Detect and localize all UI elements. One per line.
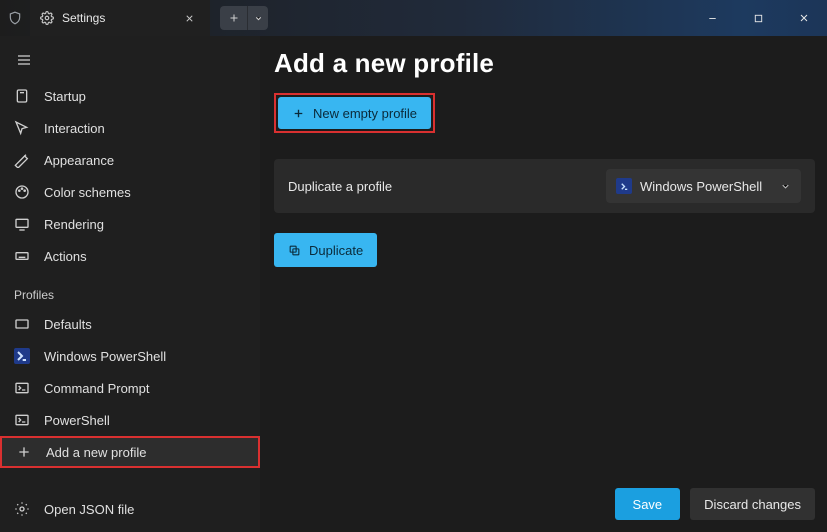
- highlight-new-empty: New empty profile: [274, 93, 435, 133]
- card-label: Duplicate a profile: [288, 179, 594, 194]
- sidebar: Startup Interaction Appearance Color sch…: [0, 36, 260, 532]
- copy-icon: [288, 244, 301, 257]
- footer-actions: Save Discard changes: [615, 488, 815, 520]
- shield-icon: [0, 0, 30, 36]
- save-button[interactable]: Save: [615, 488, 681, 520]
- sidebar-item-command-prompt[interactable]: Command Prompt: [0, 372, 260, 404]
- new-empty-profile-button[interactable]: New empty profile: [278, 97, 431, 129]
- powershell-icon: [14, 348, 30, 364]
- window-controls: [689, 0, 827, 36]
- plus-icon: [16, 444, 32, 460]
- dropdown-selected: Windows PowerShell: [640, 179, 762, 194]
- sidebar-item-label: Color schemes: [44, 185, 131, 200]
- cmd-icon: [14, 380, 30, 396]
- sidebar-item-label: Interaction: [44, 121, 105, 136]
- sidebar-item-rendering[interactable]: Rendering: [0, 208, 260, 240]
- sidebar-item-label: Actions: [44, 249, 87, 264]
- sidebar-item-defaults[interactable]: Defaults: [0, 308, 260, 340]
- sidebar-item-add-profile[interactable]: Add a new profile: [0, 436, 260, 468]
- tab-settings[interactable]: Settings: [30, 0, 210, 36]
- page-title: Add a new profile: [274, 48, 815, 79]
- close-window-button[interactable]: [781, 0, 827, 36]
- sidebar-item-actions[interactable]: Actions: [0, 240, 260, 272]
- sidebar-item-label: Add a new profile: [46, 445, 146, 460]
- plus-icon: [292, 107, 305, 120]
- new-tab-dropdown[interactable]: [248, 6, 268, 30]
- hamburger-menu[interactable]: [0, 40, 260, 80]
- sidebar-item-label: Defaults: [44, 317, 92, 332]
- sidebar-item-open-json[interactable]: Open JSON file: [0, 486, 260, 532]
- title-bar: Settings: [0, 0, 827, 36]
- close-icon[interactable]: [180, 9, 198, 27]
- keyboard-icon: [14, 248, 30, 264]
- sidebar-item-label: PowerShell: [44, 413, 110, 428]
- palette-icon: [14, 184, 30, 200]
- tab-title: Settings: [62, 11, 105, 25]
- duplicate-button[interactable]: Duplicate: [274, 233, 377, 267]
- gear-icon: [40, 11, 54, 25]
- main-content: Add a new profile New empty profile Dupl…: [260, 36, 827, 532]
- gear-icon: [14, 501, 30, 517]
- maximize-button[interactable]: [735, 0, 781, 36]
- interaction-icon: [14, 120, 30, 136]
- startup-icon: [14, 88, 30, 104]
- sidebar-item-label: Open JSON file: [44, 502, 134, 517]
- new-tab-button[interactable]: [220, 6, 248, 30]
- sidebar-item-label: Appearance: [44, 153, 114, 168]
- new-tab-group: [220, 0, 268, 36]
- appearance-icon: [14, 152, 30, 168]
- powershell-icon: [616, 178, 632, 194]
- pwsh-icon: [14, 412, 30, 428]
- button-label: New empty profile: [313, 106, 417, 121]
- minimize-button[interactable]: [689, 0, 735, 36]
- sidebar-item-label: Startup: [44, 89, 86, 104]
- sidebar-item-label: Command Prompt: [44, 381, 149, 396]
- sidebar-item-color-schemes[interactable]: Color schemes: [0, 176, 260, 208]
- sidebar-item-powershell[interactable]: PowerShell: [0, 404, 260, 436]
- sidebar-section-profiles: Profiles: [0, 272, 260, 308]
- duplicate-profile-card: Duplicate a profile Windows PowerShell: [274, 159, 815, 213]
- sidebar-item-windows-powershell[interactable]: Windows PowerShell: [0, 340, 260, 372]
- sidebar-item-startup[interactable]: Startup: [0, 80, 260, 112]
- sidebar-item-appearance[interactable]: Appearance: [0, 144, 260, 176]
- sidebar-item-interaction[interactable]: Interaction: [0, 112, 260, 144]
- sidebar-item-label: Rendering: [44, 217, 104, 232]
- defaults-icon: [14, 316, 30, 332]
- sidebar-item-label: Windows PowerShell: [44, 349, 166, 364]
- chevron-down-icon: [780, 181, 791, 192]
- button-label: Duplicate: [309, 243, 363, 258]
- rendering-icon: [14, 216, 30, 232]
- discard-button[interactable]: Discard changes: [690, 488, 815, 520]
- profile-dropdown[interactable]: Windows PowerShell: [606, 169, 801, 203]
